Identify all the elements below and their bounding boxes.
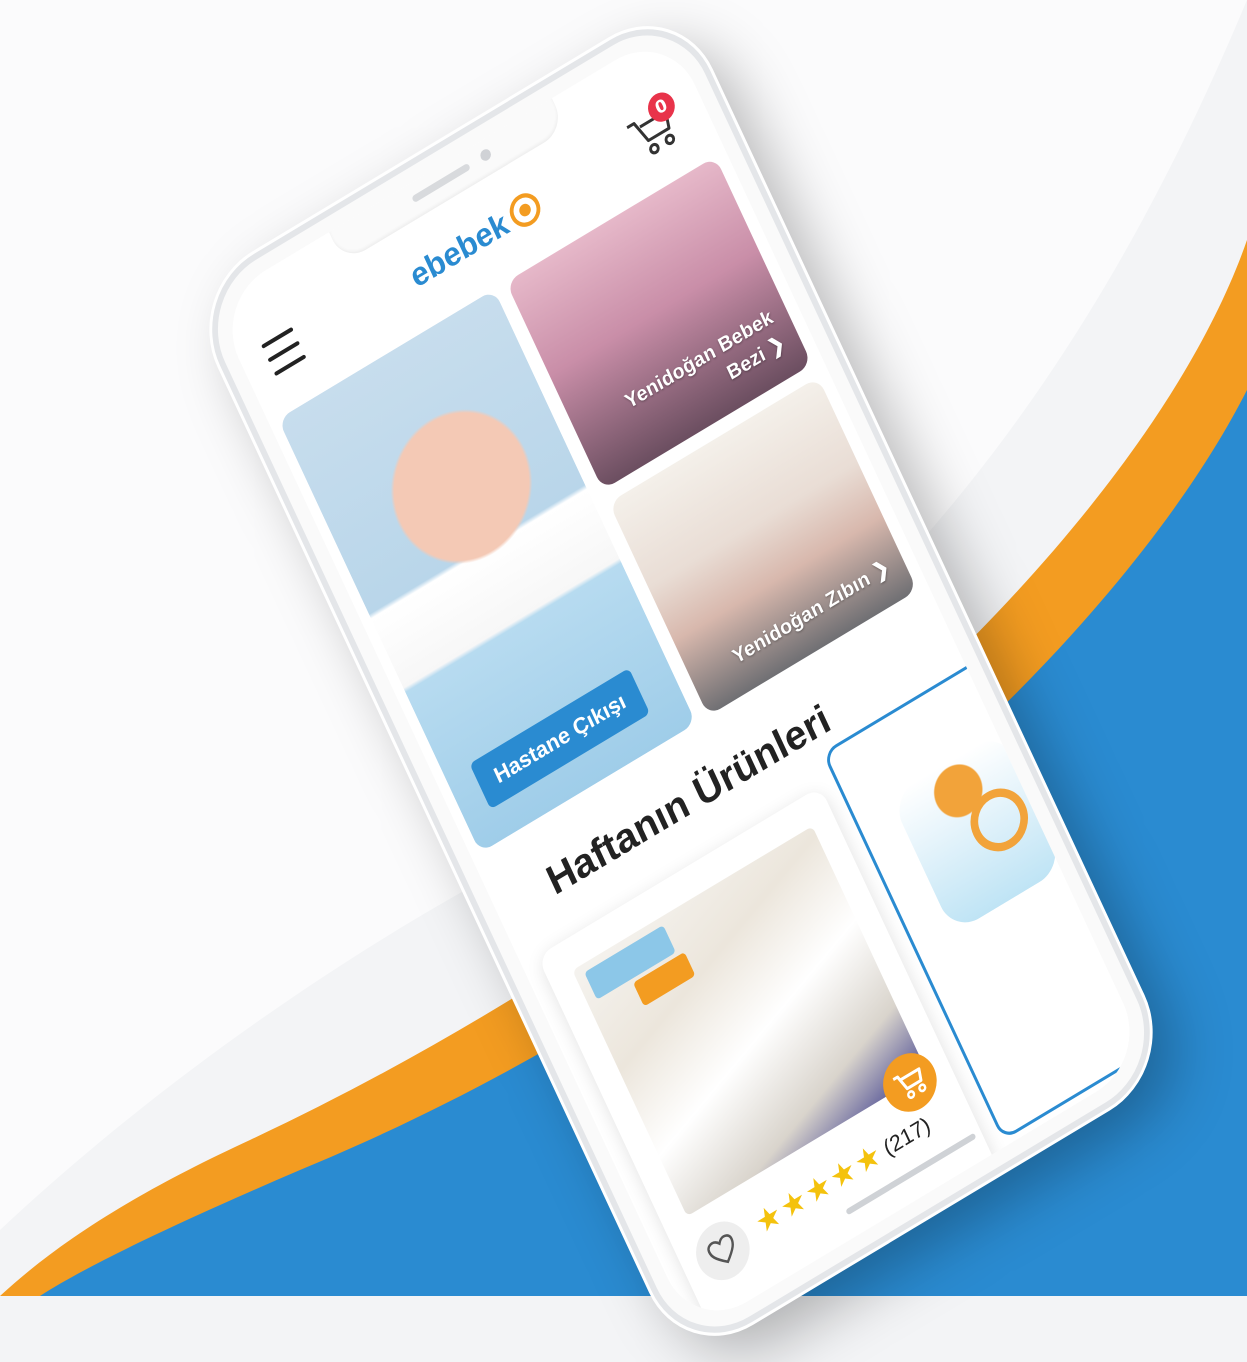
logo-mark-icon — [504, 187, 546, 233]
hamburger-icon[interactable] — [261, 326, 307, 377]
stroller-add-icon — [892, 1067, 927, 1099]
banner-label-zibin: Yenidoğan Zıbın ❯ — [729, 555, 894, 669]
favorite-button[interactable] — [686, 1210, 759, 1291]
toy-wheel-decoration — [960, 777, 1038, 863]
chevron-right-icon: ❯ — [764, 331, 789, 361]
rating-count: (217) — [879, 1111, 935, 1161]
chevron-right-icon: ❯ — [869, 555, 894, 585]
heart-icon — [707, 1234, 734, 1264]
hastane-cikisi-button[interactable]: Hastane Çıkışı — [469, 667, 651, 810]
logo-text: ebebek — [403, 204, 514, 295]
cart-button[interactable]: 0 — [620, 87, 689, 168]
